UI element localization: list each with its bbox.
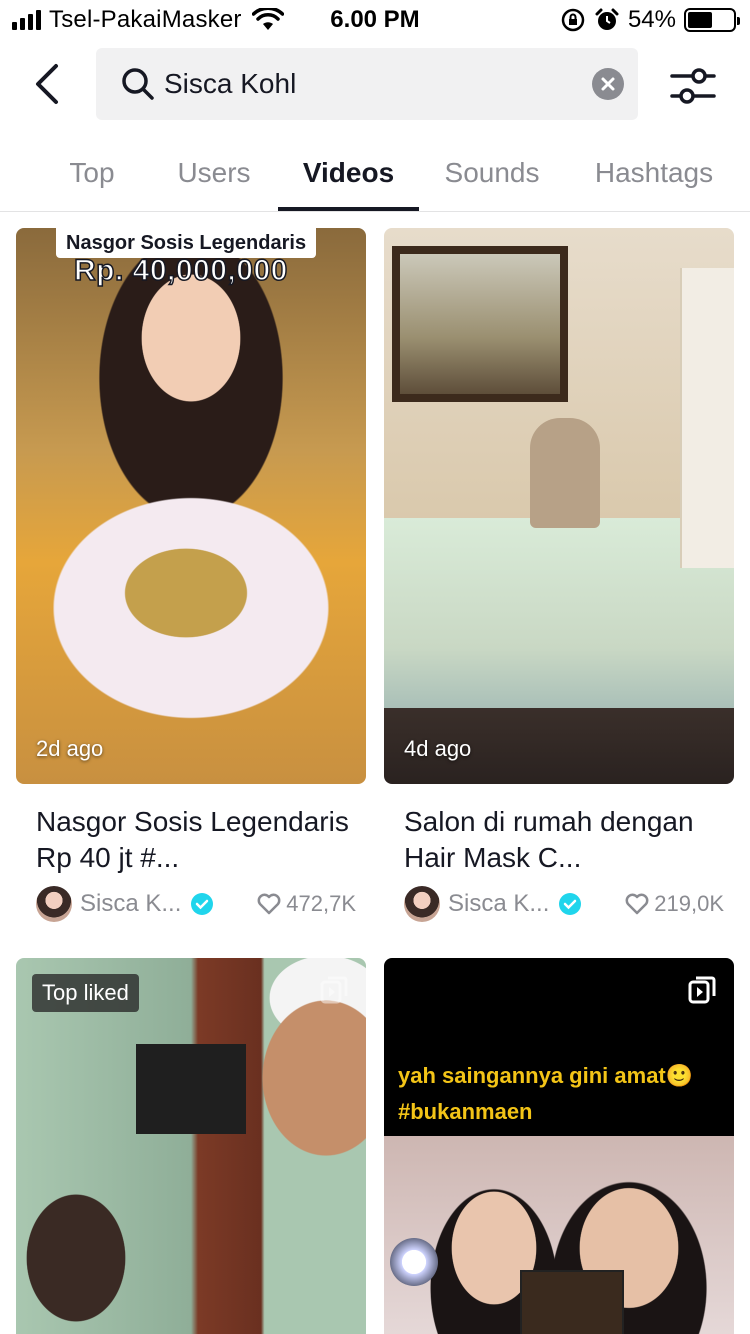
video-card[interactable]: Top liked bbox=[16, 958, 366, 1334]
status-bar: Tsel-PakaiMasker 6.00 PM 54% bbox=[0, 0, 750, 40]
video-meta: Sisca K... 472,7K bbox=[36, 886, 356, 922]
verified-icon bbox=[191, 893, 214, 915]
video-thumbnail[interactable]: yah saingannya gini amat🙂 #bukanmaen bbox=[384, 958, 734, 1334]
search-tabs: Top Users Videos Sounds Hashtags bbox=[0, 140, 750, 212]
video-title[interactable]: Nasgor Sosis Legendaris Rp 40 jt #... bbox=[36, 804, 356, 876]
author-name[interactable]: Sisca K... bbox=[448, 890, 549, 918]
video-card[interactable]: yah saingannya gini amat🙂 #bukanmaen bbox=[384, 958, 734, 1334]
likes-count: 472,7K bbox=[286, 891, 356, 916]
battery-icon bbox=[684, 8, 740, 32]
thumbnail-overlay-price: Rp. 40,000,000 bbox=[73, 253, 288, 288]
posted-ago: 2d ago bbox=[36, 736, 104, 761]
inset-video-image bbox=[520, 1270, 624, 1334]
alarm-icon bbox=[595, 8, 619, 30]
video-card[interactable]: 4d ago Salon di rumah dengan Hair Mask C… bbox=[384, 228, 734, 938]
posted-ago: 4d ago bbox=[404, 736, 472, 761]
back-button[interactable] bbox=[30, 62, 66, 106]
likes-count: 219,0K bbox=[654, 891, 724, 916]
thumbnail-caption-line: yah saingannya gini amat🙂 bbox=[398, 1063, 694, 1088]
verified-icon bbox=[559, 893, 582, 915]
video-title[interactable]: Salon di rumah dengan Hair Mask C... bbox=[404, 804, 724, 876]
author-name[interactable]: Sisca K... bbox=[80, 890, 181, 918]
search-input[interactable]: Sisca Kohl bbox=[164, 48, 564, 120]
thumbnail-caption: yah saingannya gini amat🙂 #bukanmaen bbox=[398, 1058, 693, 1130]
tab-sounds[interactable]: Sounds bbox=[430, 140, 554, 212]
active-tab-indicator bbox=[278, 207, 419, 211]
video-thumbnail[interactable]: Top liked bbox=[16, 958, 366, 1334]
person-image bbox=[530, 418, 600, 528]
microphone-image bbox=[390, 1238, 438, 1286]
repost-icon bbox=[320, 976, 348, 1004]
filter-button[interactable] bbox=[670, 66, 716, 106]
tab-videos[interactable]: Videos bbox=[278, 140, 419, 212]
tab-users[interactable]: Users bbox=[164, 140, 264, 212]
close-icon bbox=[601, 77, 615, 91]
likes: 219,0K bbox=[624, 891, 724, 917]
repost-icon bbox=[688, 976, 716, 1004]
speaker-image bbox=[136, 1044, 246, 1134]
avatar[interactable] bbox=[404, 886, 440, 922]
heart-icon bbox=[625, 893, 649, 915]
video-thumbnail[interactable]: Nasgor Sosis Legendaris Rp. 40,000,000 2… bbox=[16, 228, 366, 784]
video-meta: Sisca K... 219,0K bbox=[404, 886, 724, 922]
status-right: 54% bbox=[560, 6, 740, 34]
door-image bbox=[680, 268, 734, 568]
video-card[interactable]: Nasgor Sosis Legendaris Rp. 40,000,000 2… bbox=[16, 228, 366, 938]
search-box[interactable]: Sisca Kohl bbox=[96, 48, 638, 120]
tab-top[interactable]: Top bbox=[44, 140, 140, 212]
orientation-lock-icon bbox=[561, 8, 585, 32]
thumbnail-caption-hashtag: #bukanmaen bbox=[398, 1099, 533, 1124]
top-liked-badge: Top liked bbox=[32, 974, 139, 1012]
search-icon bbox=[122, 68, 154, 100]
clear-search-button[interactable] bbox=[592, 68, 624, 100]
heart-icon bbox=[257, 893, 281, 915]
likes: 472,7K bbox=[256, 891, 356, 917]
avatar[interactable] bbox=[36, 886, 72, 922]
search-header: Sisca Kohl bbox=[0, 48, 750, 120]
tab-hashtags[interactable]: Hashtags bbox=[580, 140, 728, 212]
video-thumbnail[interactable]: 4d ago bbox=[384, 228, 734, 784]
battery-percent: 54% bbox=[627, 6, 676, 33]
painting-image bbox=[392, 246, 568, 402]
